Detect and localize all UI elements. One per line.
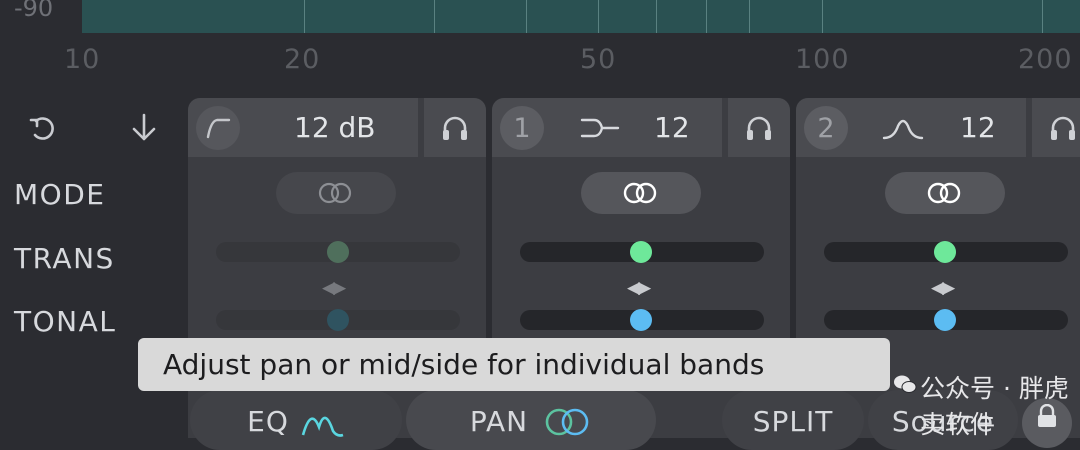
tab-split-label: SPLIT (752, 405, 834, 438)
mode-co-icon (318, 182, 352, 204)
freq-label-20: 20 (284, 44, 321, 75)
arrow-down-icon (132, 113, 156, 141)
tooltip: Adjust pan or mid/side for individual ba… (138, 338, 890, 391)
freq-label-100: 100 (795, 44, 850, 75)
mode-co-icon (623, 182, 657, 204)
tonal-slider-handle[interactable] (934, 309, 956, 331)
slope-value[interactable]: 12 (960, 111, 996, 144)
tab-split[interactable]: SPLIT (722, 390, 864, 450)
band-number: 2 (804, 106, 848, 150)
db-scale-label: -90 (14, 0, 54, 22)
slope-value[interactable]: 12 (654, 111, 690, 144)
freq-label-50: 50 (580, 44, 617, 75)
freq-label-200: 200 (1018, 44, 1073, 75)
tonal-slider[interactable] (216, 309, 460, 331)
lr-arrows-icon: ◀▶ (627, 278, 651, 298)
pan-icon (545, 408, 589, 436)
highpass-icon (206, 118, 231, 139)
solo-band-button[interactable] (1032, 98, 1080, 157)
mode-button[interactable] (885, 172, 1005, 214)
tab-pan-label: PAN (469, 405, 529, 438)
solo-band-button[interactable] (728, 98, 790, 157)
tonal-slider[interactable] (520, 309, 764, 331)
trans-slider[interactable] (824, 241, 1068, 263)
band-header[interactable]: 1 12 (492, 98, 722, 157)
crossover-icon (580, 118, 620, 138)
slope-value[interactable]: 12 dB (294, 111, 376, 144)
tab-pan[interactable]: PAN (406, 390, 656, 450)
wechat-logo-icon (894, 375, 917, 393)
trans-slider[interactable] (216, 241, 460, 263)
band-number: 1 (500, 106, 544, 150)
band-header[interactable]: 12 dB (188, 98, 418, 157)
solo-band-button[interactable] (424, 98, 486, 157)
mode-button[interactable] (276, 172, 396, 214)
tooltip-text: Adjust pan or mid/side for individual ba… (163, 348, 765, 381)
trans-slider-handle[interactable] (327, 241, 349, 263)
lr-arrows-icon: ◀▶ (322, 278, 346, 298)
reset-button[interactable] (22, 108, 62, 148)
headphone-icon (443, 116, 467, 140)
tonal-row-label: TONAL (14, 305, 117, 338)
trans-slider[interactable] (520, 241, 764, 263)
tab-eq[interactable]: EQ (190, 390, 402, 450)
tab-eq-label: EQ (247, 405, 289, 438)
rotate-icon (29, 117, 54, 140)
tonal-slider-handle[interactable] (630, 309, 652, 331)
tonal-slider-handle[interactable] (327, 309, 349, 331)
tonal-slider[interactable] (824, 309, 1068, 331)
headphone-icon (747, 116, 771, 140)
collapse-button[interactable] (124, 108, 164, 148)
spectrum-display[interactable] (82, 0, 1080, 33)
trans-slider-handle[interactable] (934, 241, 956, 263)
trans-row-label: TRANS (14, 242, 115, 275)
freq-label-10: 10 (64, 44, 101, 75)
mode-button[interactable] (581, 172, 701, 214)
watermark-text: 公众号 · 胖虎卖软件 (920, 374, 1069, 439)
bell-icon (882, 119, 924, 140)
trans-slider-handle[interactable] (630, 241, 652, 263)
headphone-icon (1051, 116, 1075, 140)
mode-row-label: MODE (14, 178, 106, 211)
eq-icon (301, 416, 344, 437)
filter-shape-button[interactable] (196, 106, 240, 150)
lr-arrows-icon: ◀▶ (931, 278, 955, 298)
band-header[interactable]: 2 12 (796, 98, 1026, 157)
mode-co-icon (927, 182, 961, 204)
